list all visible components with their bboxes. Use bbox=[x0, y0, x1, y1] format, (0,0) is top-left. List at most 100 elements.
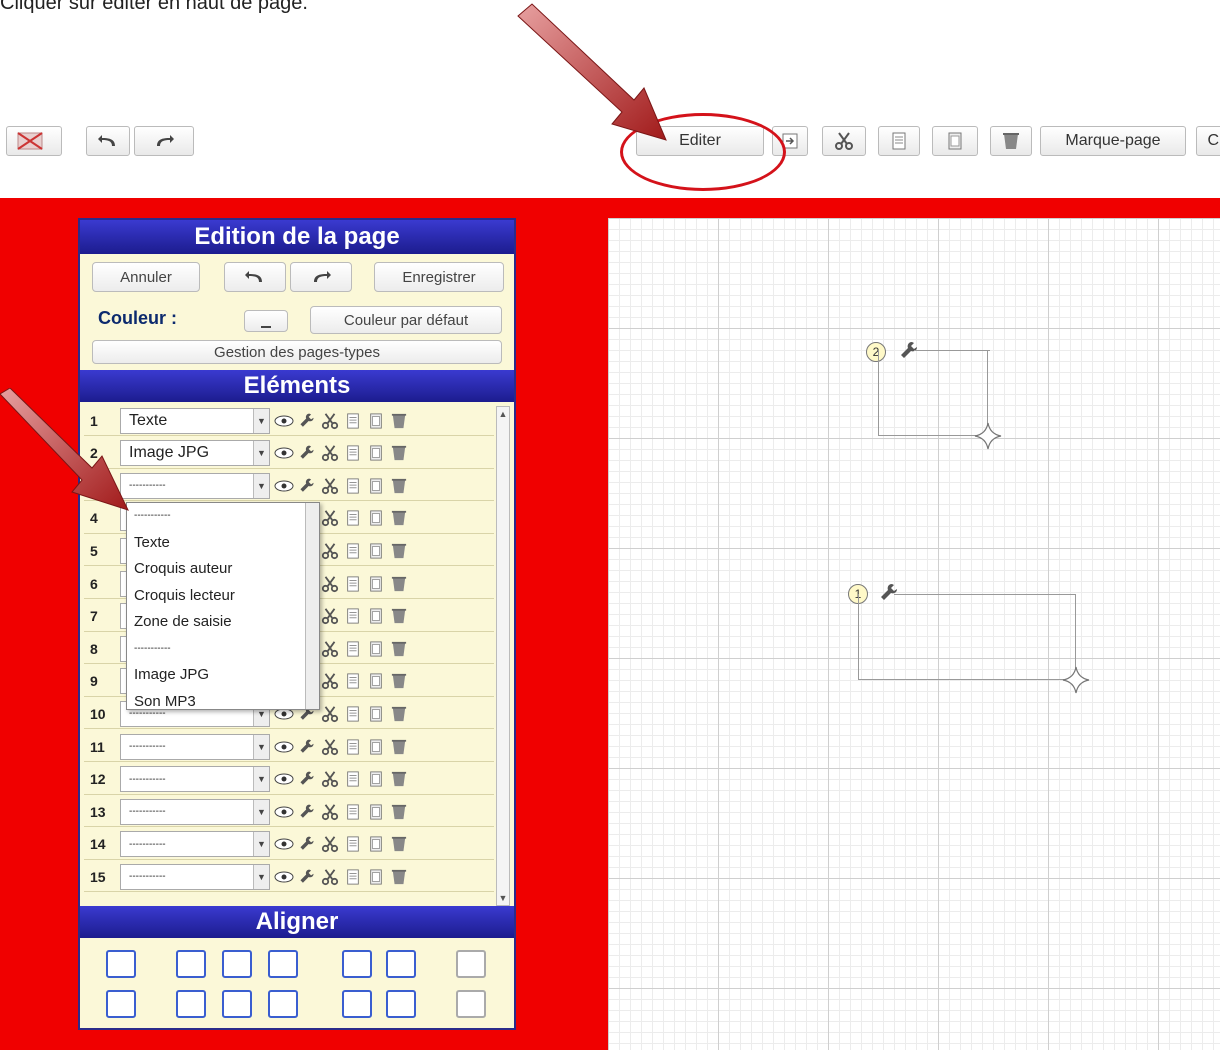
space-v-icon[interactable] bbox=[386, 990, 416, 1018]
scissors-icon[interactable] bbox=[320, 670, 340, 692]
paste-icon[interactable] bbox=[366, 507, 386, 529]
chevron-down-icon[interactable]: ▼ bbox=[253, 441, 269, 466]
copy-icon[interactable] bbox=[343, 410, 363, 432]
copy-icon[interactable] bbox=[343, 638, 363, 660]
align-center-v-icon[interactable] bbox=[222, 990, 252, 1018]
chevron-down-icon[interactable]: ▼ bbox=[253, 832, 269, 857]
eye-icon[interactable] bbox=[274, 833, 294, 855]
crosshair-icon[interactable] bbox=[456, 990, 486, 1018]
element-type-select[interactable]: ----------- ▼ bbox=[120, 766, 270, 793]
trash-icon[interactable] bbox=[389, 866, 409, 888]
align-center-h-icon[interactable] bbox=[222, 950, 252, 978]
scissors-icon[interactable] bbox=[320, 475, 340, 497]
paste-icon[interactable] bbox=[366, 670, 386, 692]
align-top-icon[interactable] bbox=[106, 950, 136, 978]
paste-icon[interactable] bbox=[366, 442, 386, 464]
dropdown-option[interactable]: Croquis auteur bbox=[127, 556, 319, 583]
marque-page-button[interactable]: Marque-page bbox=[1040, 126, 1186, 156]
trash-icon[interactable] bbox=[389, 736, 409, 758]
paste-icon[interactable] bbox=[366, 475, 386, 497]
redo-button[interactable] bbox=[134, 126, 194, 156]
chevron-down-icon[interactable]: ▼ bbox=[253, 734, 269, 759]
close-edit-button[interactable] bbox=[6, 126, 62, 156]
copy-icon[interactable] bbox=[343, 736, 363, 758]
scissors-icon[interactable] bbox=[320, 540, 340, 562]
dropdown-option[interactable]: ----------- bbox=[127, 503, 319, 530]
paste-icon[interactable] bbox=[366, 866, 386, 888]
paste-icon[interactable] bbox=[366, 768, 386, 790]
wrench-icon[interactable] bbox=[297, 833, 317, 855]
trash-icon[interactable] bbox=[389, 638, 409, 660]
paste-icon[interactable] bbox=[366, 573, 386, 595]
trash-icon[interactable] bbox=[389, 833, 409, 855]
scissors-icon[interactable] bbox=[320, 507, 340, 529]
wrench-icon[interactable] bbox=[297, 736, 317, 758]
enregistrer-button[interactable]: Enregistrer bbox=[374, 262, 504, 292]
copy-icon[interactable] bbox=[343, 670, 363, 692]
dropdown-option[interactable]: Son MP3 bbox=[127, 689, 319, 716]
elements-scrollbar[interactable]: ▲ ▼ bbox=[496, 406, 510, 906]
eye-icon[interactable] bbox=[274, 736, 294, 758]
scissors-icon[interactable] bbox=[320, 833, 340, 855]
scissors-icon[interactable] bbox=[320, 410, 340, 432]
eye-icon[interactable] bbox=[274, 442, 294, 464]
paste-icon[interactable] bbox=[366, 801, 386, 823]
copy-icon[interactable] bbox=[343, 801, 363, 823]
copy-icon[interactable] bbox=[343, 703, 363, 725]
color-picker-button[interactable] bbox=[244, 310, 288, 332]
paste-icon[interactable] bbox=[366, 703, 386, 725]
align-middle-icon[interactable] bbox=[106, 990, 136, 1018]
trash-icon[interactable] bbox=[389, 442, 409, 464]
scissors-icon[interactable] bbox=[320, 442, 340, 464]
paste-button[interactable] bbox=[932, 126, 978, 156]
panel-redo-button[interactable] bbox=[290, 262, 352, 292]
scissors-icon[interactable] bbox=[320, 736, 340, 758]
eye-icon[interactable] bbox=[274, 768, 294, 790]
scissors-icon[interactable] bbox=[320, 768, 340, 790]
copy-button[interactable] bbox=[878, 126, 920, 156]
wrench-icon[interactable] bbox=[297, 768, 317, 790]
copy-icon[interactable] bbox=[343, 475, 363, 497]
cut-off-button[interactable]: C bbox=[1196, 126, 1220, 156]
trash-icon[interactable] bbox=[389, 801, 409, 823]
couleur-defaut-button[interactable]: Couleur par défaut bbox=[310, 306, 502, 334]
dropdown-option[interactable]: Image JPG bbox=[127, 662, 319, 689]
trash-icon[interactable] bbox=[389, 540, 409, 562]
undo-button[interactable] bbox=[86, 126, 130, 156]
element-type-dropdown[interactable]: ----------- Texte Croquis auteur Croquis le… bbox=[126, 502, 320, 710]
align-right-icon[interactable] bbox=[268, 950, 298, 978]
copy-icon[interactable] bbox=[343, 866, 363, 888]
trash-icon[interactable] bbox=[389, 670, 409, 692]
panel-undo-button[interactable] bbox=[224, 262, 286, 292]
scissors-icon[interactable] bbox=[320, 703, 340, 725]
gestion-pages-types-button[interactable]: Gestion des pages-types bbox=[92, 340, 502, 364]
distribute-h-icon[interactable] bbox=[342, 950, 372, 978]
wrench-icon[interactable] bbox=[297, 475, 317, 497]
wrench-icon[interactable] bbox=[297, 866, 317, 888]
paste-icon[interactable] bbox=[366, 638, 386, 660]
chevron-down-icon[interactable]: ▼ bbox=[253, 799, 269, 824]
canvas-element-2[interactable] bbox=[878, 350, 988, 436]
eye-icon[interactable] bbox=[274, 866, 294, 888]
align-left-icon[interactable] bbox=[176, 950, 206, 978]
copy-icon[interactable] bbox=[343, 768, 363, 790]
chevron-down-icon[interactable]: ▼ bbox=[253, 473, 269, 498]
align-bottom-icon[interactable] bbox=[268, 990, 298, 1018]
scissors-icon[interactable] bbox=[320, 801, 340, 823]
insert-button[interactable] bbox=[772, 126, 808, 156]
paste-icon[interactable] bbox=[366, 410, 386, 432]
dropdown-scrollbar[interactable] bbox=[305, 503, 319, 709]
copy-icon[interactable] bbox=[343, 442, 363, 464]
editer-button[interactable]: Editer bbox=[636, 126, 764, 156]
annuler-button[interactable]: Annuler bbox=[92, 262, 200, 292]
eye-icon[interactable] bbox=[274, 475, 294, 497]
chevron-down-icon[interactable]: ▼ bbox=[253, 864, 269, 889]
trash-icon[interactable] bbox=[389, 475, 409, 497]
element-type-select[interactable]: Image JPG ▼ bbox=[120, 440, 270, 467]
scissors-icon[interactable] bbox=[320, 866, 340, 888]
element-type-select[interactable]: ----------- ▼ bbox=[120, 472, 270, 499]
element-type-select[interactable]: Texte ▼ bbox=[120, 407, 270, 434]
scissors-icon[interactable] bbox=[320, 605, 340, 627]
delete-button[interactable] bbox=[990, 126, 1032, 156]
dropdown-option[interactable]: Texte bbox=[127, 530, 319, 557]
